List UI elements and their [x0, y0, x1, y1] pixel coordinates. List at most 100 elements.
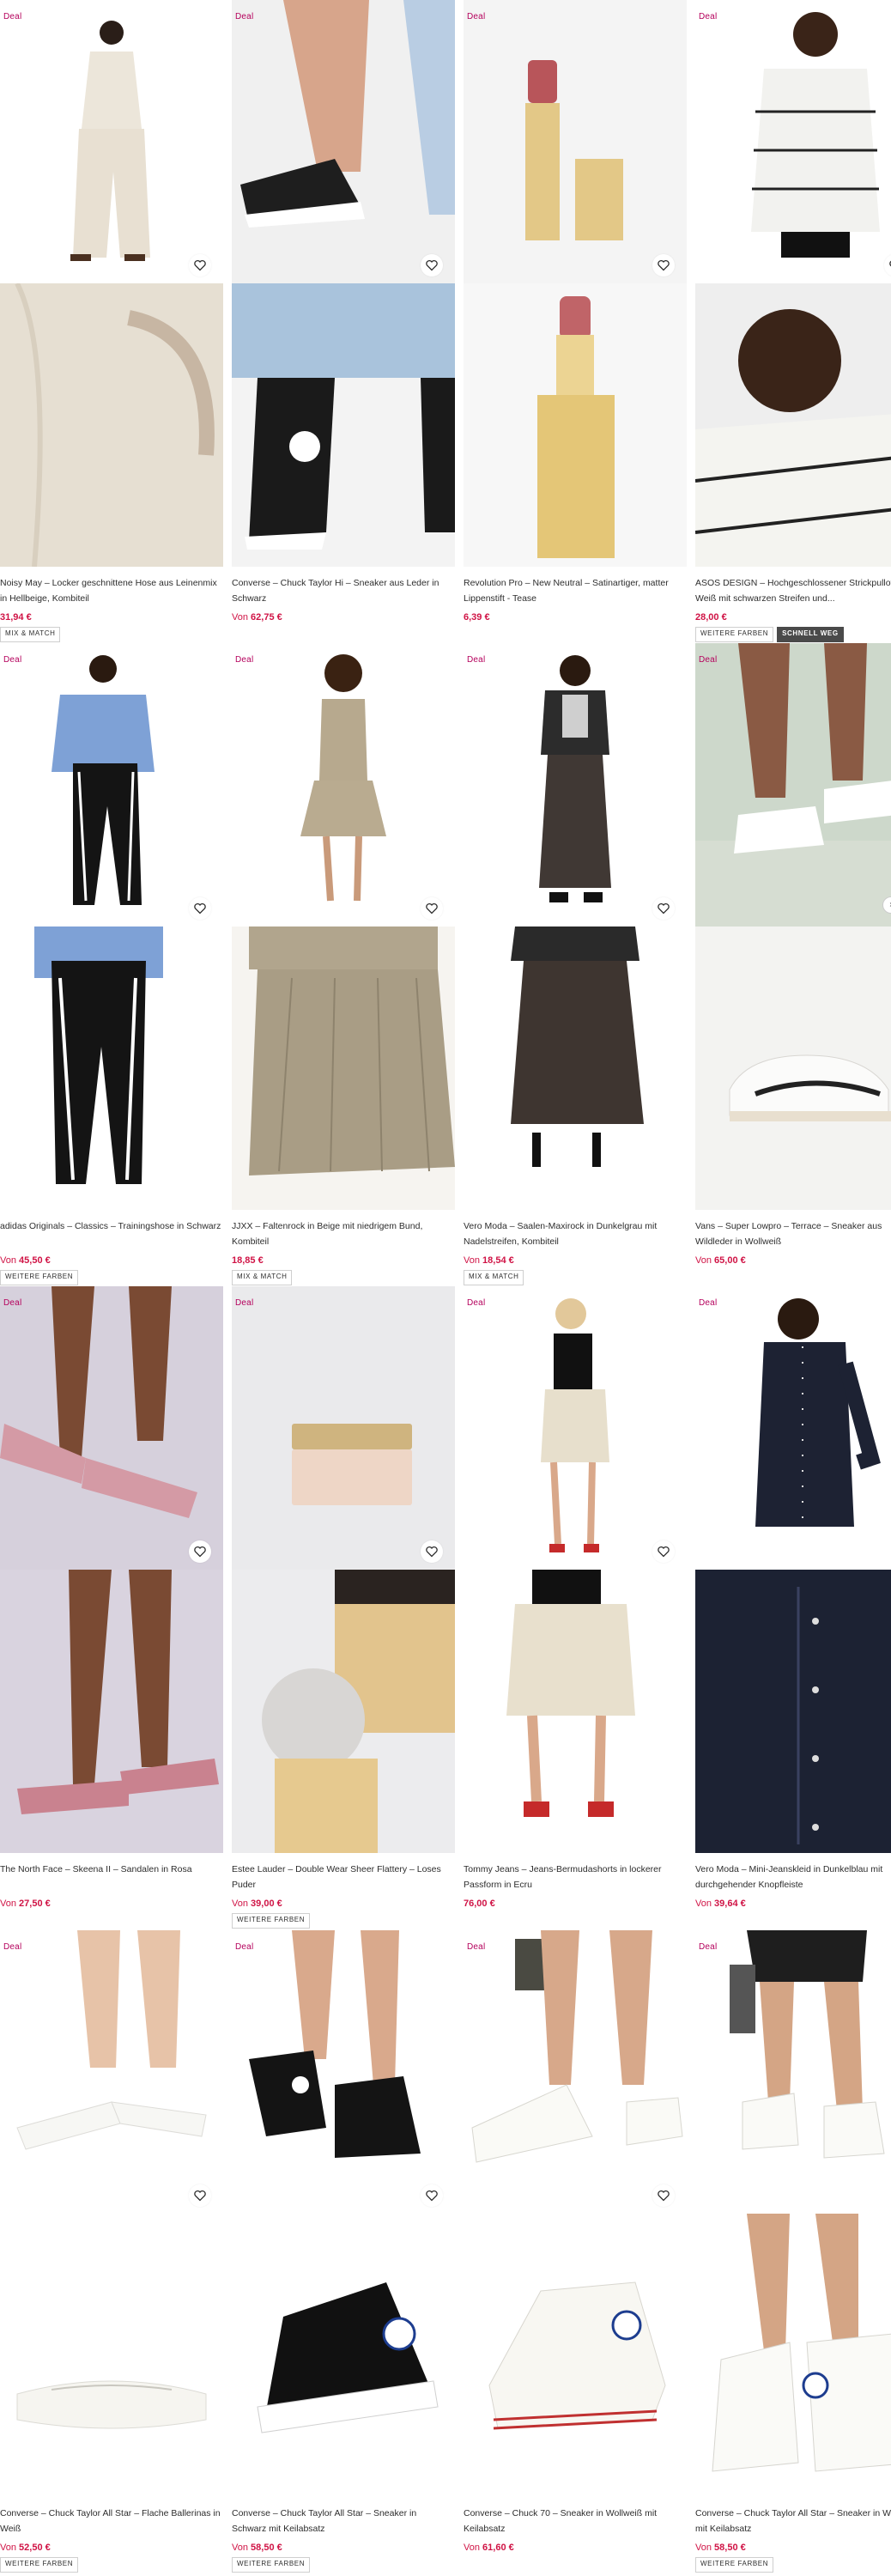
save-button[interactable]: [652, 2184, 675, 2207]
product-price: Von 58,50 €: [695, 2540, 891, 2555]
product-image-secondary[interactable]: [0, 283, 223, 567]
product-title[interactable]: Converse – Chuck Taylor All Star – Sneak…: [232, 2506, 455, 2537]
product-title[interactable]: Converse – Chuck Taylor All Star – Flach…: [0, 2506, 223, 2537]
deal-badge: Deal: [699, 1298, 718, 1308]
product-title[interactable]: JJXX – Faltenrock in Beige mit niedrigem…: [232, 1218, 455, 1249]
product-card[interactable]: Deal Noisy May – Locker geschnittene Hos…: [0, 0, 223, 642]
product-image-primary[interactable]: Deal: [0, 1286, 223, 1570]
product-image-secondary[interactable]: [464, 2214, 687, 2497]
price-value: 61,60 €: [482, 2543, 514, 2553]
product-image-primary[interactable]: Deal: [464, 1286, 687, 1570]
product-image-primary[interactable]: Deal: [695, 1930, 891, 2214]
product-card[interactable]: Deal Converse – Chuck Taylor All Star – …: [0, 1930, 223, 2573]
save-button[interactable]: [421, 2184, 443, 2207]
deal-badge: Deal: [235, 1298, 254, 1308]
product-price: Von 39,00 €: [232, 1896, 455, 1911]
price-value: 18,85 €: [232, 1255, 264, 1266]
product-image-secondary[interactable]: [0, 927, 223, 1210]
product-image-primary[interactable]: Deal: [464, 643, 687, 927]
product-title[interactable]: The North Face – Skeena II – Sandalen in…: [0, 1862, 223, 1893]
heart-icon: [426, 902, 438, 914]
product-price: Von 58,50 €: [232, 2540, 455, 2555]
product-image-primary[interactable]: Deal: [232, 643, 455, 927]
product-image-primary[interactable]: Deal: [232, 0, 455, 283]
product-image-secondary[interactable]: [695, 1570, 891, 1853]
product-image-secondary[interactable]: [464, 1570, 687, 1853]
product-card[interactable]: Deal Converse – Chuck Taylor All Star – …: [695, 1930, 891, 2573]
save-button[interactable]: [652, 1540, 675, 1563]
heart-icon: [658, 1546, 670, 1558]
product-card[interactable]: Deal JJXX – Faltenrock in Beige mit nied…: [232, 643, 455, 1285]
save-button[interactable]: [189, 2184, 211, 2207]
product-image-primary[interactable]: Deal: [464, 1930, 687, 2214]
product-title[interactable]: Tommy Jeans – Jeans-Bermudashorts in loc…: [464, 1862, 687, 1893]
save-button[interactable]: [652, 254, 675, 276]
product-image-primary[interactable]: Deal: [695, 643, 891, 927]
product-card[interactable]: Deal ASOS DESIGN – Hochgeschlossener Str…: [695, 0, 891, 642]
product-card[interactable]: Deal Converse – Chuck Taylor All Star – …: [232, 1930, 455, 2573]
product-title[interactable]: Converse – Chuck 70 – Sneaker in Wollwei…: [464, 2506, 687, 2537]
product-card[interactable]: Deal Vero Moda – Saalen-Maxirock in Dunk…: [464, 643, 687, 1285]
product-image-primary[interactable]: Deal: [695, 1286, 891, 1570]
product-price: Von 39,64 €: [695, 1896, 891, 1911]
more-colors-badge: WEITERE FARBEN: [0, 1270, 79, 1285]
product-card[interactable]: Deal adidas Originals – Classics – Train…: [0, 643, 223, 1285]
product-image-secondary[interactable]: [695, 283, 891, 567]
product-card[interactable]: Deal The North Face – Skeena II – Sandal…: [0, 1286, 223, 1929]
save-button[interactable]: [652, 897, 675, 920]
deal-badge: Deal: [3, 12, 22, 21]
product-card[interactable]: Deal Tommy Jeans – Jeans-Bermudashorts i…: [464, 1286, 687, 1929]
save-button[interactable]: [189, 254, 211, 276]
product-card[interactable]: Deal Converse – Chuck 70 – Sneaker in Wo…: [464, 1930, 687, 2573]
product-image-secondary[interactable]: [464, 283, 687, 567]
product-title[interactable]: Vero Moda – Mini-Jeanskleid in Dunkelbla…: [695, 1862, 891, 1893]
product-image-secondary[interactable]: [232, 283, 455, 567]
product-title[interactable]: Vero Moda – Saalen-Maxirock in Dunkelgra…: [464, 1218, 687, 1249]
product-title[interactable]: Noisy May – Locker geschnittene Hose aus…: [0, 575, 223, 606]
product-image-secondary[interactable]: [232, 1570, 455, 1853]
save-button[interactable]: [421, 254, 443, 276]
product-image-secondary[interactable]: [232, 927, 455, 1210]
product-price: Von 27,50 €: [0, 1896, 223, 1911]
save-button[interactable]: [421, 1540, 443, 1563]
deal-badge: Deal: [235, 1942, 254, 1952]
price-value: 18,54 €: [482, 1255, 514, 1266]
product-image-primary[interactable]: Deal: [232, 1930, 455, 2214]
product-title[interactable]: Estee Lauder – Double Wear Sheer Flatter…: [232, 1862, 455, 1893]
product-card[interactable]: Deal Estee Lauder – Double Wear Sheer Fl…: [232, 1286, 455, 1929]
product-image-secondary[interactable]: [0, 1570, 223, 1853]
product-image-primary[interactable]: Deal: [0, 0, 223, 283]
product-image-secondary[interactable]: [695, 2214, 891, 2497]
price-prefix: Von: [232, 1899, 248, 1909]
save-button[interactable]: [189, 897, 211, 920]
product-price: 18,85 €: [232, 1253, 455, 1268]
price-prefix: Von: [695, 1899, 712, 1909]
product-image-secondary[interactable]: [0, 2214, 223, 2497]
heart-icon: [194, 1546, 206, 1558]
product-image-primary[interactable]: Deal: [695, 0, 891, 283]
product-title[interactable]: Converse – Chuck Taylor All Star – Sneak…: [695, 2506, 891, 2537]
product-image-primary[interactable]: Deal: [464, 0, 687, 283]
product-image-secondary[interactable]: [232, 2214, 455, 2497]
product-image-primary[interactable]: Deal: [232, 1286, 455, 1570]
save-button[interactable]: [421, 897, 443, 920]
product-title[interactable]: Converse – Chuck Taylor Hi – Sneaker aus…: [232, 575, 455, 606]
product-price: Von 52,50 €: [0, 2540, 223, 2555]
product-image-primary[interactable]: Deal: [0, 643, 223, 927]
more-colors-badge: WEITERE FARBEN: [232, 2557, 311, 2573]
product-card[interactable]: Deal Revolution Pro – New Neutral – Sati…: [464, 0, 687, 642]
product-image-secondary[interactable]: [695, 927, 891, 1210]
product-image-primary[interactable]: Deal: [0, 1930, 223, 2214]
product-title[interactable]: Vans – Super Lowpro – Terrace – Sneaker …: [695, 1218, 891, 1249]
product-card[interactable]: Deal Converse – Chuck Taylor Hi – Sneake…: [232, 0, 455, 642]
product-title[interactable]: Revolution Pro – New Neutral – Satinarti…: [464, 575, 687, 606]
product-card[interactable]: Deal Vans – Super Lowpro – Terrace – Sne…: [695, 643, 891, 1285]
badge-row: WEITERE FARBEN: [0, 2557, 223, 2573]
price-value: 65,00 €: [714, 1255, 746, 1266]
product-title[interactable]: adidas Originals – Classics – Trainingsh…: [0, 1218, 223, 1249]
save-button[interactable]: [189, 1540, 211, 1563]
product-title[interactable]: ASOS DESIGN – Hochgeschlossener Strickpu…: [695, 575, 891, 606]
product-price: Von 65,00 €: [695, 1253, 891, 1268]
product-image-secondary[interactable]: [464, 927, 687, 1210]
product-card[interactable]: Deal Vero Moda – Mini-Jeanskleid in Dunk…: [695, 1286, 891, 1929]
